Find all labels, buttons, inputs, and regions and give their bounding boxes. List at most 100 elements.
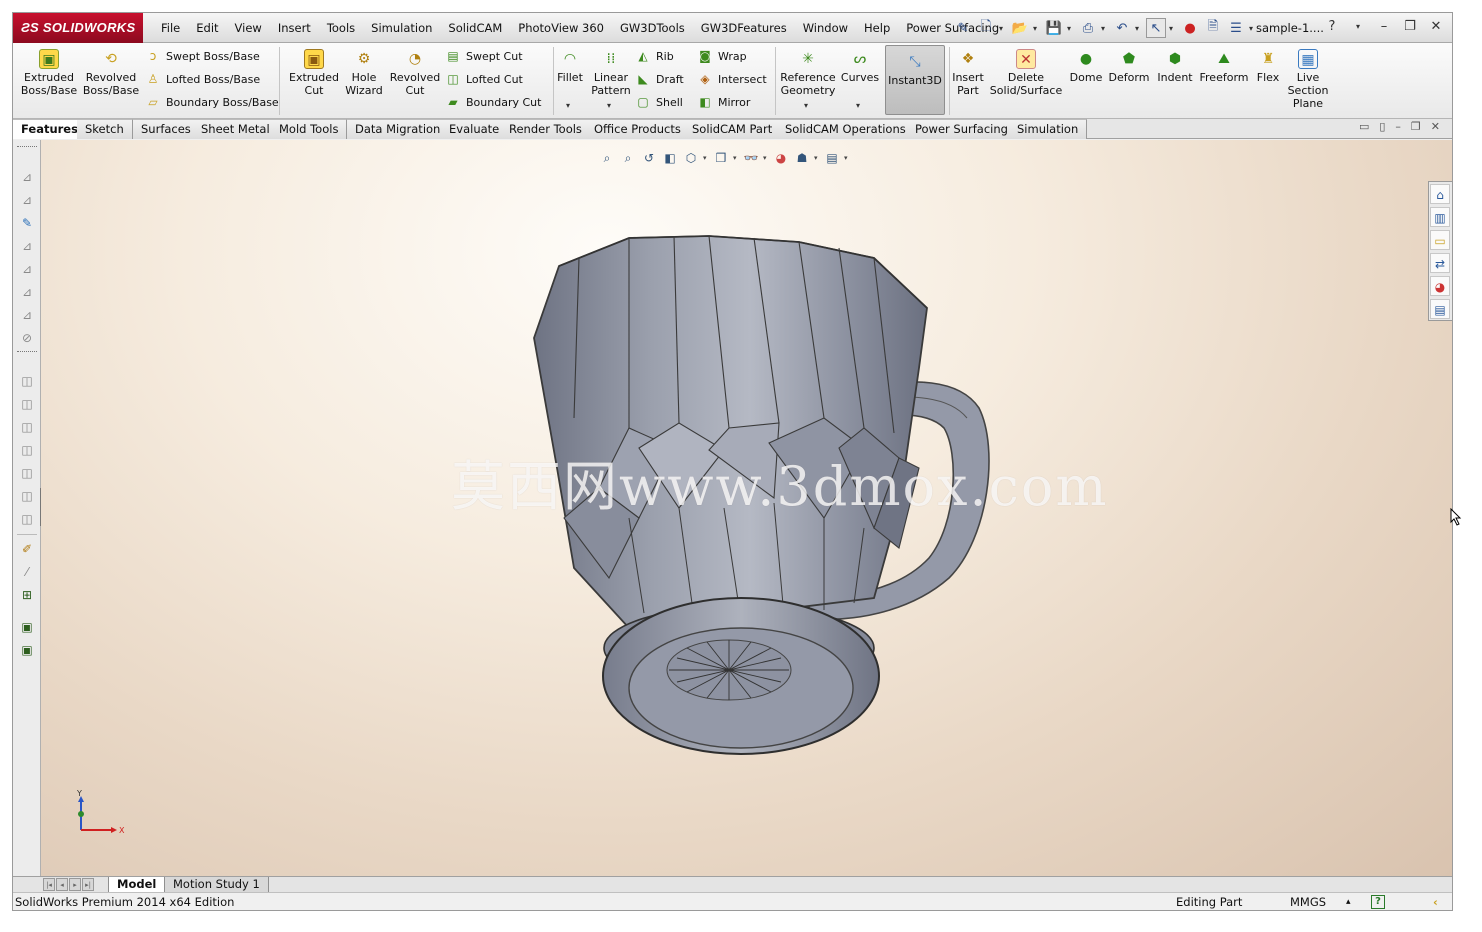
lofted-boss-button[interactable]: ♙ Lofted Boss/Base	[145, 68, 261, 90]
print-icon[interactable]: ⎙	[1078, 18, 1098, 38]
sketch-tool-icon[interactable]: ⊿	[18, 168, 36, 186]
menu-tools[interactable]: Tools	[319, 13, 363, 43]
chevron-down-icon[interactable]: ▾	[763, 154, 769, 162]
solidworks-logo[interactable]: ƧS SOLIDWORKS	[13, 13, 143, 43]
menu-window[interactable]: Window	[795, 13, 856, 43]
help-icon[interactable]: ?	[1371, 895, 1385, 909]
view-cube-icon[interactable]: ◫	[18, 441, 36, 459]
appearances-icon[interactable]: ◕	[1430, 276, 1450, 296]
extruded-cut-button[interactable]: ▣ Extruded Cut	[283, 43, 345, 119]
zoom-to-fit-icon[interactable]: ⌕	[598, 149, 616, 167]
swept-cut-button[interactable]: ▤ Swept Cut	[445, 45, 522, 67]
minimize-icon[interactable]: –	[1374, 17, 1394, 37]
sketch-edit-icon[interactable]: ✎	[18, 214, 36, 232]
hide-show-items-icon[interactable]: 👓	[742, 149, 760, 167]
custom-properties-icon[interactable]: ▤	[1430, 299, 1450, 319]
extruded-boss-button[interactable]: ▣ Extruded Boss/Base	[19, 43, 79, 119]
tab-mold-tools[interactable]: Mold Tools	[271, 119, 348, 139]
view-palette-icon[interactable]: ⇄	[1430, 253, 1450, 273]
chevron-down-icon[interactable]: ▾	[1033, 24, 1041, 33]
tile-horizontal-icon[interactable]: ▭	[1359, 120, 1369, 133]
chevron-down-icon[interactable]: ▾	[733, 154, 739, 162]
sketch-tool-icon[interactable]: ⊿	[18, 237, 36, 255]
tab-model[interactable]: Model	[108, 877, 166, 893]
open-folder-icon[interactable]: 📂	[1010, 18, 1030, 38]
apply-scene-icon[interactable]: ☗	[793, 149, 811, 167]
menu-insert[interactable]: Insert	[270, 13, 319, 43]
rebuild-traffic-light-icon[interactable]: ●	[1180, 18, 1200, 38]
view-cube-icon[interactable]: ◫	[18, 372, 36, 390]
restore-icon[interactable]: ❐	[1411, 120, 1421, 133]
instant3d-button[interactable]: ⤡ Instant3D	[885, 45, 945, 115]
home-icon[interactable]: ⌂	[1430, 184, 1450, 204]
minimize-icon[interactable]: –	[1395, 120, 1401, 133]
view-settings-icon[interactable]: ▤	[823, 149, 841, 167]
file-explorer-icon[interactable]: ▭	[1430, 230, 1450, 250]
shell-button[interactable]: ▢ Shell	[635, 91, 683, 113]
view-cube-icon[interactable]: ◫	[18, 418, 36, 436]
tab-motion-study[interactable]: Motion Study 1	[164, 877, 269, 893]
live-section-plane-button[interactable]: ▦ Live Section Plane	[1285, 43, 1331, 119]
save-icon[interactable]: 💾	[1044, 18, 1064, 38]
first-tab-icon[interactable]: |◂	[43, 878, 55, 891]
view-orientation-icon[interactable]: ⬡	[682, 149, 700, 167]
menu-gw3dfeatures[interactable]: GW3DFeatures	[693, 13, 795, 43]
menu-help[interactable]: Help	[856, 13, 898, 43]
tab-sheet-metal[interactable]: Sheet Metal	[193, 119, 279, 139]
tab-office-products[interactable]: Office Products	[586, 119, 690, 139]
deform-button[interactable]: ⬟ Deform	[1107, 43, 1151, 119]
tab-surfaces[interactable]: Surfaces	[133, 119, 200, 139]
feature-icon[interactable]: ▣	[18, 618, 36, 636]
pin-icon[interactable]: ✎	[953, 18, 973, 38]
chevron-down-icon[interactable]: ▾	[607, 101, 611, 110]
chevron-down-icon[interactable]: ▾	[814, 154, 820, 162]
restore-icon[interactable]: ❐	[1400, 17, 1420, 37]
next-tab-icon[interactable]: ▸	[69, 878, 81, 891]
menu-view[interactable]: View	[227, 13, 270, 43]
wrap-button[interactable]: ◙ Wrap	[697, 45, 746, 67]
insert-part-button[interactable]: ❖ Insert Part	[951, 43, 985, 119]
file-properties-icon[interactable]: 🗎	[1203, 18, 1223, 38]
chevron-down-icon[interactable]: ▾	[999, 24, 1007, 33]
chevron-down-icon[interactable]: ▾	[1348, 17, 1368, 37]
chevron-down-icon[interactable]: ▾	[844, 154, 850, 162]
chevron-down-icon[interactable]: ▾	[1135, 24, 1143, 33]
view-cube-icon[interactable]: ◫	[18, 464, 36, 482]
menu-edit[interactable]: Edit	[188, 13, 226, 43]
rib-button[interactable]: ◭ Rib	[635, 45, 673, 67]
section-view-icon[interactable]: ◧	[661, 149, 679, 167]
new-document-icon[interactable]: 🗋	[976, 18, 996, 38]
dome-button[interactable]: ● Dome	[1067, 43, 1105, 119]
chevron-down-icon[interactable]: ▾	[566, 101, 570, 110]
swept-boss-button[interactable]: ↄ Swept Boss/Base	[145, 45, 260, 67]
feature-icon[interactable]: ▣	[18, 641, 36, 659]
sketch-tool-icon[interactable]: ⊿	[18, 260, 36, 278]
intersect-button[interactable]: ◈ Intersect	[697, 68, 766, 90]
mirror-button[interactable]: ◧ Mirror	[697, 91, 750, 113]
draft-button[interactable]: ◣ Draft	[635, 68, 683, 90]
chevron-down-icon[interactable]: ▾	[1067, 24, 1075, 33]
collapse-arrow-icon[interactable]: ‹	[1433, 893, 1438, 910]
edit-appearance-icon[interactable]: ◕	[772, 149, 790, 167]
zoom-to-area-icon[interactable]: ⌕	[619, 149, 637, 167]
flex-button[interactable]: ♜ Flex	[1253, 43, 1283, 119]
delete-solid-surface-button[interactable]: ✕ Delete Solid/Surface	[990, 43, 1062, 119]
help-icon[interactable]: ?	[1322, 17, 1342, 37]
sketch-tool-icon[interactable]: ⊿	[18, 306, 36, 324]
convert-entities-icon[interactable]: ⊞	[18, 586, 36, 604]
sketch-tool-icon[interactable]: ⊿	[18, 191, 36, 209]
options-icon[interactable]: ☰	[1226, 18, 1246, 38]
sketch-tool-icon[interactable]: ⊿	[18, 283, 36, 301]
status-units[interactable]: MMGS	[1290, 893, 1326, 910]
view-cube-icon[interactable]: ◫	[18, 487, 36, 505]
freeform-button[interactable]: ⛰ Freeform	[1197, 43, 1251, 119]
close-icon[interactable]: ✕	[1426, 17, 1446, 37]
boundary-cut-button[interactable]: ▰ Boundary Cut	[445, 91, 541, 113]
previous-view-icon[interactable]: ↺	[640, 149, 658, 167]
sketch-tool-icon[interactable]: ⊘	[18, 329, 36, 347]
menu-photoview[interactable]: PhotoView 360	[510, 13, 612, 43]
last-tab-icon[interactable]: ▸|	[82, 878, 94, 891]
tab-solidcam-part[interactable]: SolidCAM Part	[684, 119, 782, 139]
sketch-icon[interactable]: ✐	[18, 540, 36, 558]
menu-solidcam[interactable]: SolidCAM	[440, 13, 510, 43]
